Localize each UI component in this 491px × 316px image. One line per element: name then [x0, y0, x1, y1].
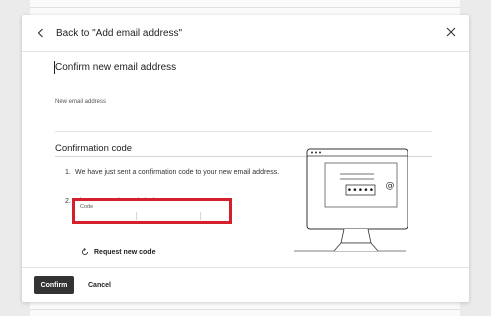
back-button[interactable]: Back to "Add email address"	[36, 25, 182, 41]
step-number: 1.	[65, 169, 71, 176]
refresh-icon	[81, 248, 89, 256]
background-divider	[30, 309, 460, 310]
instruction-step: 1. We have just sent a confirmation code…	[65, 168, 285, 188]
background-divider	[30, 7, 460, 8]
code-field-label: Code	[80, 204, 94, 210]
new-email-field-label: New email address	[55, 99, 107, 105]
footer-divider	[22, 267, 469, 268]
section-title-new-email: Confirm new email address	[55, 62, 177, 73]
text-cursor	[54, 61, 55, 74]
code-segment-divider	[136, 212, 137, 220]
step-number: 2.	[65, 198, 71, 205]
confirm-email-dialog: Back to "Add email address" Confirm new …	[22, 15, 469, 302]
masked-code-text: •••••	[347, 186, 375, 196]
close-icon[interactable]	[445, 26, 457, 38]
code-segment-divider	[200, 212, 201, 220]
back-button-label: Back to "Add email address"	[56, 27, 183, 39]
cancel-button[interactable]: Cancel	[88, 276, 111, 294]
confirm-button[interactable]: Confirm	[34, 276, 74, 294]
request-new-code-label: Request new code	[94, 248, 156, 256]
code-input[interactable]	[77, 202, 227, 219]
dialog-header: Back to "Add email address"	[22, 15, 469, 52]
at-symbol: @	[386, 181, 395, 191]
monitor-email-illustration: ••••• @	[294, 148, 408, 252]
chevron-left-icon	[37, 28, 43, 38]
step-text: We have just sent a confirmation code to…	[75, 169, 280, 176]
request-new-code-button[interactable]: Request new code	[81, 248, 155, 256]
section-title-confirmation: Confirmation code	[55, 143, 133, 154]
new-email-field[interactable]	[55, 131, 432, 132]
